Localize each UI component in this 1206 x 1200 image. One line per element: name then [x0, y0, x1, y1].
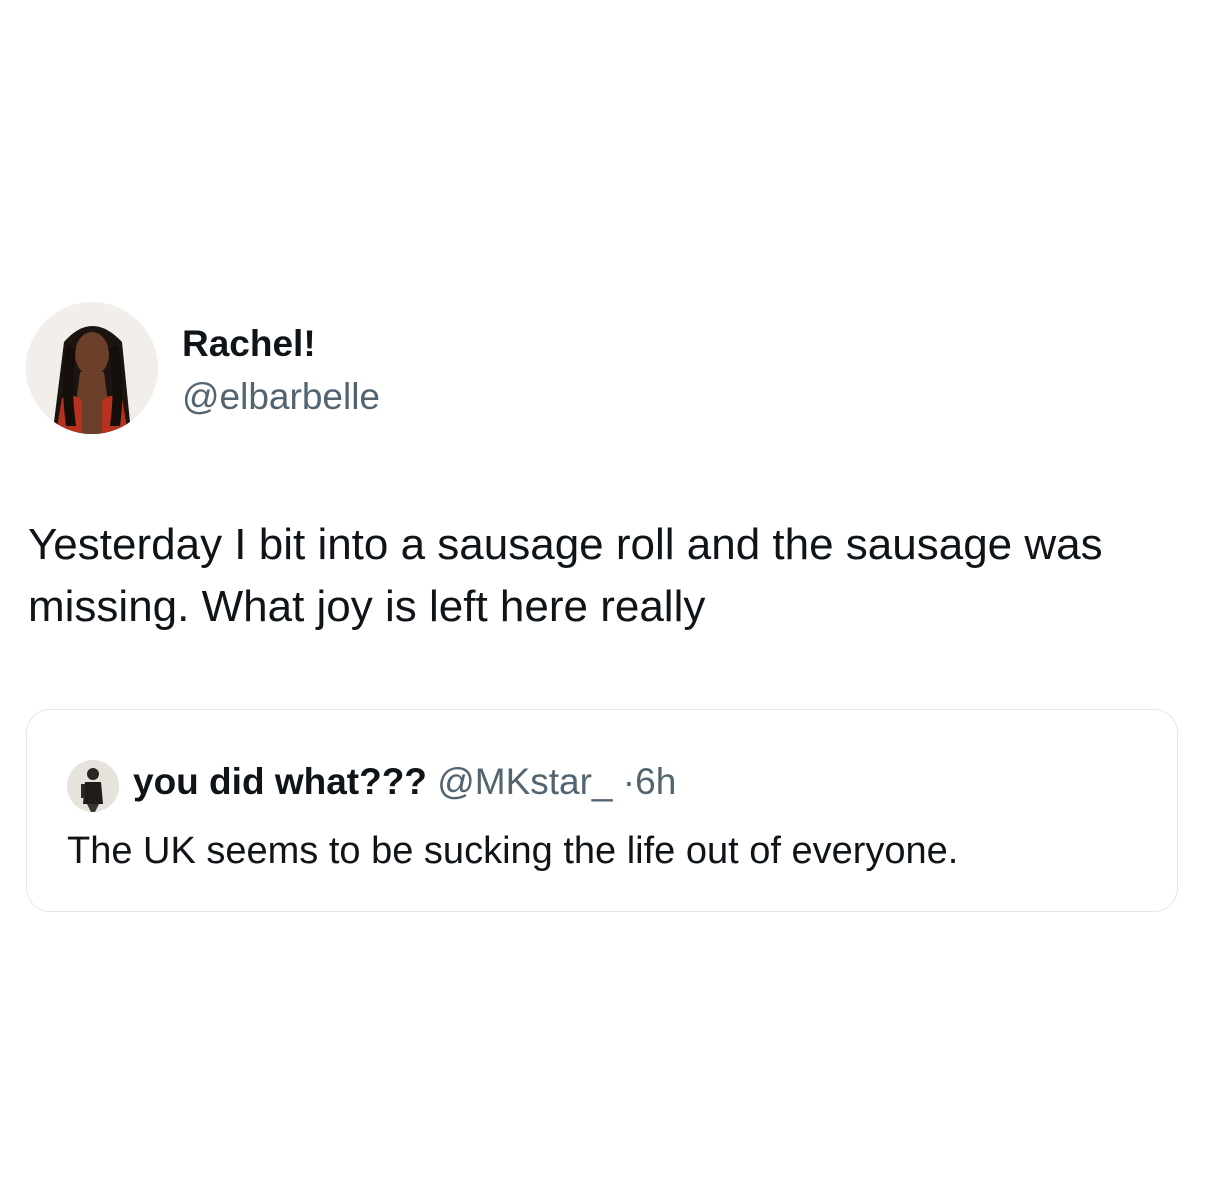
profile-photo-icon	[26, 302, 158, 434]
quoted-separator: ·	[622, 761, 636, 802]
quoted-tweet-card[interactable]: you did what??? @MKstar_ ·6h The UK seem…	[26, 709, 1178, 912]
quoted-timestamp[interactable]: 6h	[635, 761, 676, 802]
author-display-name[interactable]: Rachel!	[182, 322, 316, 366]
quoted-author-avatar[interactable]	[67, 760, 119, 812]
author-avatar[interactable]	[26, 302, 158, 434]
quoted-tweet-header: you did what??? @MKstar_ ·6h	[133, 758, 676, 806]
tweet: Rachel! @elbarbelle Yesterday I bit into…	[0, 0, 1206, 1200]
profile-photo-icon	[67, 760, 119, 812]
tweet-text: Yesterday I bit into a sausage roll and …	[28, 520, 1103, 631]
author-handle[interactable]: @elbarbelle	[182, 375, 380, 419]
quoted-tweet-text: The UK seems to be sucking the life out …	[67, 830, 959, 872]
quoted-display-name[interactable]: you did what???	[133, 761, 427, 802]
quoted-handle[interactable]: @MKstar_	[437, 761, 612, 802]
